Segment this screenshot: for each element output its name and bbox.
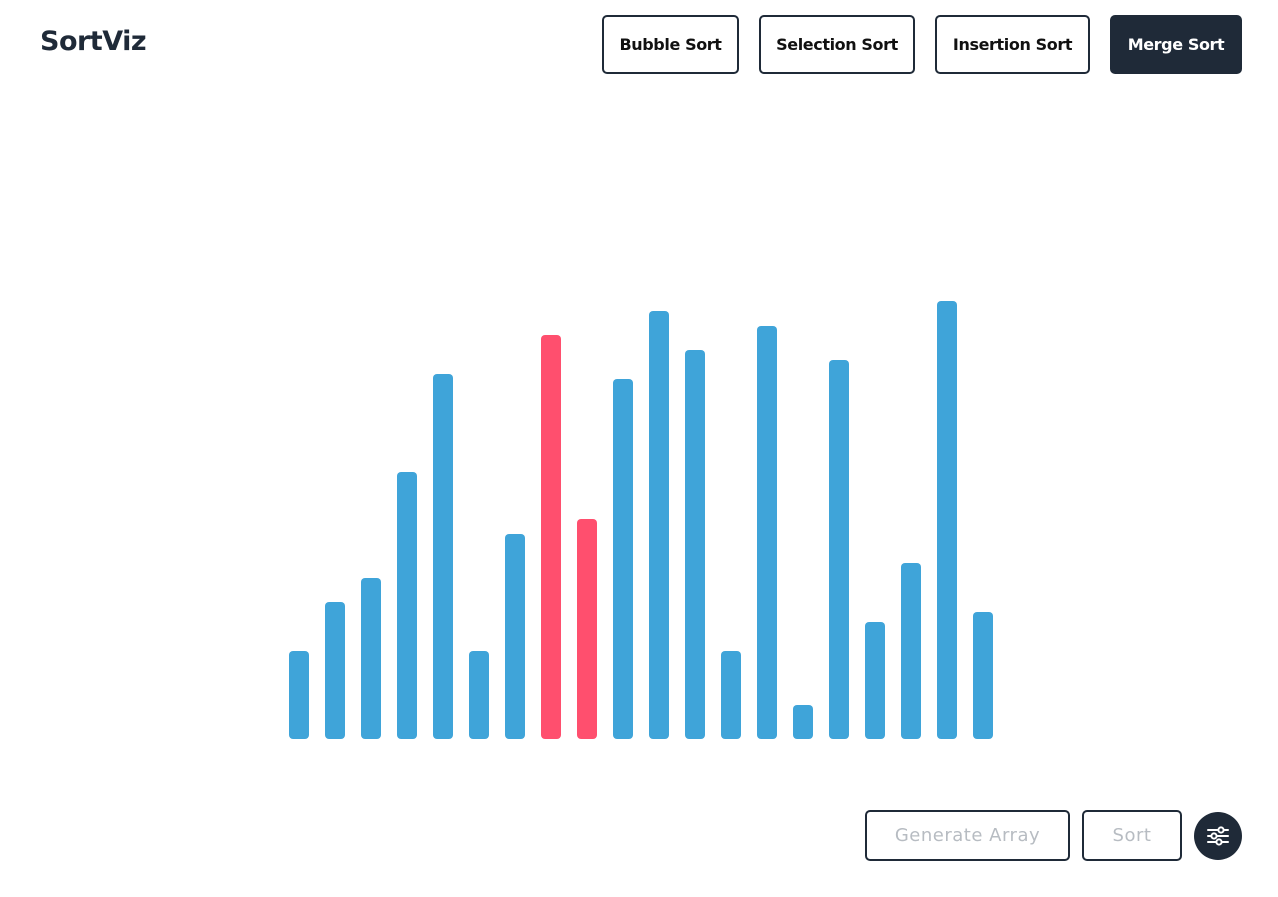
algorithm-nav: Bubble Sort Selection Sort Insertion Sor…	[0, 15, 1278, 74]
selection-sort-button[interactable]: Selection Sort	[759, 15, 915, 74]
array-bar-chart	[0, 0, 1278, 897]
array-bar	[397, 472, 417, 739]
generate-array-button[interactable]: Generate Array	[865, 810, 1070, 861]
array-bar	[361, 578, 381, 739]
array-bar	[649, 311, 669, 739]
array-bar	[973, 612, 993, 739]
array-bar	[613, 379, 633, 739]
array-bar	[577, 519, 597, 739]
array-bar	[793, 705, 813, 739]
app-root: SortViz Bubble Sort Selection Sort Inser…	[0, 0, 1278, 897]
settings-button[interactable]	[1194, 812, 1242, 860]
array-bar	[289, 651, 309, 739]
insertion-sort-button[interactable]: Insertion Sort	[935, 15, 1090, 74]
sliders-icon	[1207, 826, 1229, 846]
array-bar	[901, 563, 921, 739]
array-bar	[757, 326, 777, 739]
bubble-sort-button[interactable]: Bubble Sort	[602, 15, 739, 74]
merge-sort-button[interactable]: Merge Sort	[1110, 15, 1242, 74]
array-bar	[685, 350, 705, 739]
array-bar	[325, 602, 345, 739]
array-bar	[433, 374, 453, 739]
array-bar	[937, 301, 957, 739]
array-bar	[505, 534, 525, 739]
sort-button[interactable]: Sort	[1082, 810, 1182, 861]
array-bar	[865, 622, 885, 739]
array-bar	[541, 335, 561, 739]
array-bar	[829, 360, 849, 739]
array-bar	[721, 651, 741, 739]
array-bar	[469, 651, 489, 739]
